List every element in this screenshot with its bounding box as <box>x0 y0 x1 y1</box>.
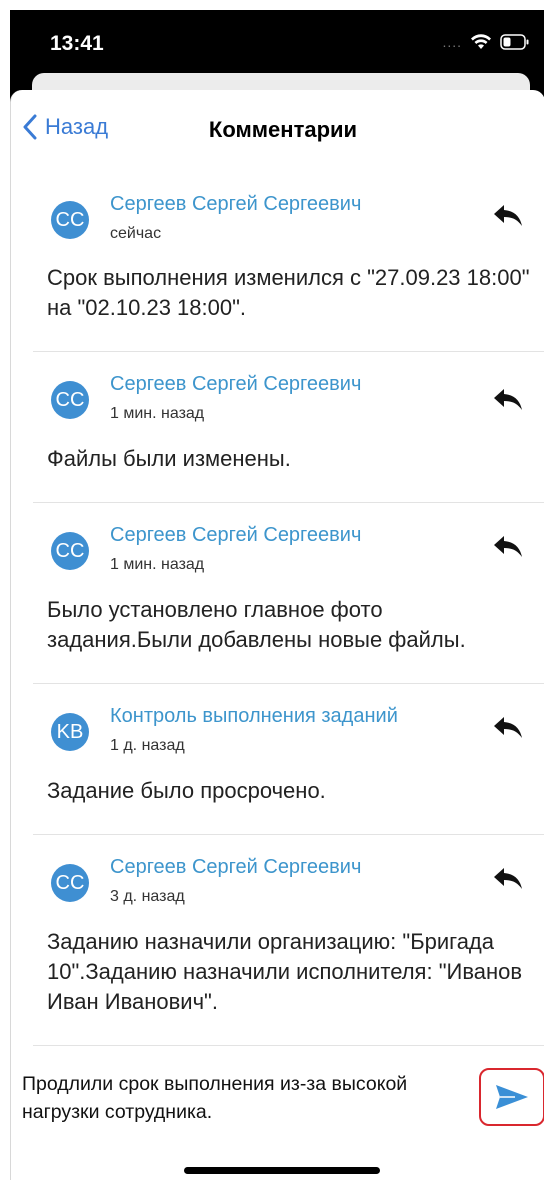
comment-time: сейчас <box>110 225 162 242</box>
status-icons: .... <box>442 34 530 50</box>
nav-bar: Назад Комментарии <box>11 90 544 170</box>
comment-author[interactable]: Сергеев Сергей Сергеевич <box>110 856 361 879</box>
comment-time: 1 д. назад <box>110 737 185 754</box>
comment-text: Заданию назначили организацию: "Бригада … <box>47 929 523 1014</box>
comment-item: CC Сергеев Сергей Сергеевич 1 мин. назад… <box>33 503 544 684</box>
comment-text: Задание было просрочено. <box>47 778 326 803</box>
send-button[interactable] <box>479 1068 544 1126</box>
comment-author[interactable]: Контроль выполнения заданий <box>110 705 398 728</box>
comments-sheet: Назад Комментарии CC Сергеев Сергей Серг… <box>10 90 544 1180</box>
page-title: Комментарии <box>208 117 358 142</box>
avatar: KB <box>51 713 89 751</box>
comment-input[interactable]: Продлили срок выполнения из-за высокой н… <box>22 1070 462 1126</box>
reply-icon[interactable] <box>493 534 523 558</box>
reply-icon[interactable] <box>493 387 523 411</box>
comment-text: Было установлено главное фото задания.Бы… <box>47 597 466 652</box>
signal-icon: .... <box>442 34 462 50</box>
reply-icon[interactable] <box>493 715 523 739</box>
comment-text: Срок выполнения изменился с "27.09.23 18… <box>47 265 530 320</box>
wifi-icon <box>470 34 492 50</box>
comment-time: 3 д. назад <box>110 888 185 905</box>
avatar: CC <box>51 381 89 419</box>
avatar: CC <box>51 864 89 902</box>
comment-item: CC Сергеев Сергей Сергеевич 3 д. назад З… <box>33 835 544 1046</box>
home-indicator <box>184 1167 380 1174</box>
comment-item: KB Контроль выполнения заданий 1 д. наза… <box>33 684 544 835</box>
status-bar: 13:41 .... <box>10 10 544 72</box>
comment-author[interactable]: Сергеев Сергей Сергеевич <box>110 193 361 216</box>
send-icon <box>496 1085 528 1109</box>
comment-time: 1 мин. назад <box>110 556 205 573</box>
status-time: 13:41 <box>50 32 104 55</box>
battery-icon <box>500 34 530 50</box>
reply-icon[interactable] <box>493 866 523 890</box>
avatar: CC <box>51 532 89 570</box>
comment-author[interactable]: Сергеев Сергей Сергеевич <box>110 373 361 396</box>
reply-icon[interactable] <box>493 203 523 227</box>
avatar: CC <box>51 201 89 239</box>
comment-text: Файлы были изменены. <box>47 446 291 471</box>
comment-item: CC Сергеев Сергей Сергеевич 1 мин. назад… <box>33 352 544 503</box>
comment-item: CC Сергеев Сергей Сергеевич сейчас Срок … <box>33 170 544 352</box>
comment-list: CC Сергеев Сергей Сергеевич сейчас Срок … <box>33 170 544 1046</box>
comment-author[interactable]: Сергеев Сергей Сергеевич <box>110 524 361 547</box>
comment-time: 1 мин. назад <box>110 405 205 422</box>
